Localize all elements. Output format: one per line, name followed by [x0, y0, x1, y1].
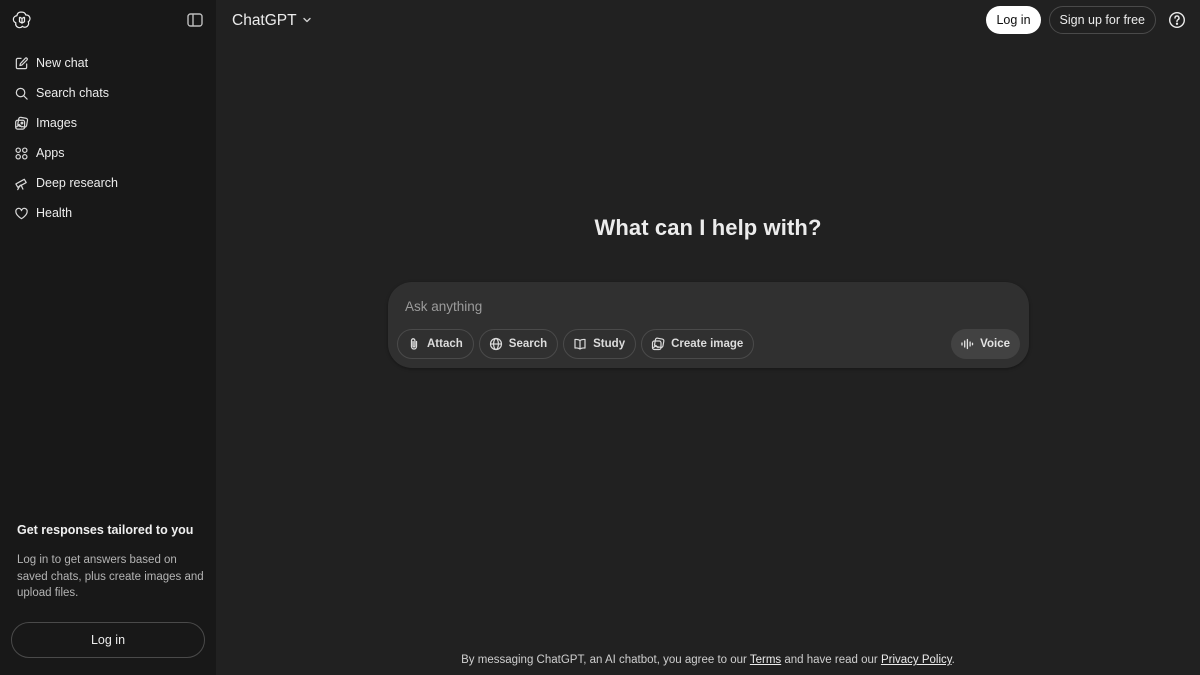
voice-button[interactable]: Voice	[951, 329, 1020, 359]
sidebar-login-button[interactable]: Log in	[11, 622, 205, 658]
attach-button[interactable]: Attach	[397, 329, 474, 359]
main-area: ChatGPT Log in Sign up for free What can…	[216, 0, 1200, 675]
sidebar-item-new-chat[interactable]: New chat	[6, 48, 210, 78]
help-icon[interactable]	[1168, 11, 1186, 29]
image-create-icon	[651, 337, 665, 351]
sidebar-nav: New chat Search chats Images Apps Deep r…	[6, 48, 210, 228]
paperclip-icon	[407, 337, 421, 351]
study-button[interactable]: Study	[563, 329, 637, 359]
sidebar-item-label: New chat	[36, 56, 89, 70]
sidebar-toggle-icon[interactable]	[186, 11, 204, 29]
header-actions: Log in Sign up for free	[986, 6, 1186, 34]
sidebar-item-images[interactable]: Images	[6, 108, 210, 138]
search-button[interactable]: Search	[478, 329, 559, 359]
disclaimer-suffix: .	[951, 654, 955, 666]
voice-label: Voice	[980, 338, 1010, 350]
create-image-button[interactable]: Create image	[641, 329, 755, 359]
sidebar-header	[0, 0, 216, 40]
sidebar-item-label: Deep research	[36, 176, 118, 190]
attach-label: Attach	[427, 338, 463, 350]
terms-link[interactable]: Terms	[750, 654, 781, 666]
composer-tools: Attach Search Study Create image	[397, 329, 759, 359]
page-title: What can I help with?	[594, 215, 822, 240]
promo-title: Get responses tailored to you	[17, 523, 194, 537]
images-icon	[14, 116, 29, 131]
voice-waveform-icon	[960, 337, 974, 351]
chevron-down-icon	[297, 12, 312, 30]
sidebar-item-label: Images	[36, 116, 77, 130]
globe-icon	[489, 337, 503, 351]
sidebar-item-label: Apps	[36, 146, 65, 160]
sidebar-item-label: Search chats	[36, 86, 109, 100]
create-image-label: Create image	[671, 338, 744, 350]
signup-button[interactable]: Sign up for free	[1048, 6, 1156, 34]
apps-icon	[14, 146, 29, 161]
sidebar-item-apps[interactable]: Apps	[6, 138, 210, 168]
search-icon	[14, 86, 29, 101]
promo-text: Log in to get answers based on saved cha…	[17, 554, 204, 599]
app-window: New chat Search chats Images Apps Deep r…	[0, 0, 1200, 675]
model-name: ChatGPT	[232, 12, 297, 29]
composer: Attach Search	[388, 282, 1029, 368]
telescope-icon	[14, 176, 29, 191]
disclaimer-middle: and have read our	[781, 654, 881, 666]
sidebar: New chat Search chats Images Apps Deep r…	[0, 0, 216, 675]
login-button[interactable]: Log in	[986, 6, 1041, 34]
pencil-icon	[14, 56, 29, 71]
login-promo: Get responses tailored to you Log in to …	[17, 522, 207, 602]
model-selector[interactable]: ChatGPT	[232, 10, 312, 32]
study-label: Study	[593, 338, 626, 350]
prompt-input[interactable]	[405, 296, 1005, 316]
disclaimer-prefix: By messaging ChatGPT, an AI chatbot, you…	[461, 654, 750, 666]
sidebar-item-health[interactable]: Health	[6, 198, 210, 228]
sidebar-item-deep-research[interactable]: Deep research	[6, 168, 210, 198]
search-label: Search	[508, 338, 548, 350]
heart-icon	[14, 206, 29, 221]
sidebar-item-search-chats[interactable]: Search chats	[6, 78, 210, 108]
sidebar-item-label: Health	[36, 206, 73, 220]
book-icon	[573, 337, 587, 351]
privacy-policy-link[interactable]: Privacy Policy	[881, 654, 952, 666]
disclaimer: By messaging ChatGPT, an AI chatbot, you…	[216, 654, 1200, 666]
openai-logo-icon[interactable]	[12, 10, 32, 30]
